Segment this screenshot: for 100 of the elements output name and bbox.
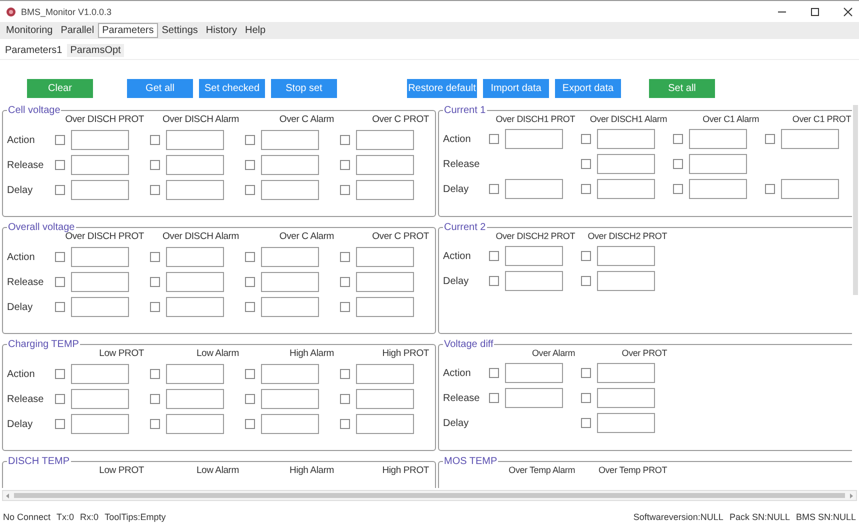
input-field[interactable] — [356, 180, 414, 200]
input-field[interactable] — [71, 155, 129, 175]
checkbox[interactable] — [245, 185, 255, 195]
input-field[interactable] — [597, 246, 655, 266]
checkbox[interactable] — [581, 368, 591, 378]
checkbox[interactable] — [673, 184, 683, 194]
input-field[interactable] — [166, 247, 224, 267]
input-field[interactable] — [781, 129, 839, 149]
input-field[interactable] — [71, 414, 129, 434]
scroll-right-icon[interactable] — [848, 492, 854, 498]
checkbox[interactable] — [581, 184, 591, 194]
menu-tab[interactable]: History — [202, 23, 242, 38]
checkbox[interactable] — [340, 277, 350, 287]
checkbox[interactable] — [340, 160, 350, 170]
input-field[interactable] — [356, 389, 414, 409]
checkbox[interactable] — [340, 302, 350, 312]
checkbox[interactable] — [150, 135, 160, 145]
checkbox[interactable] — [55, 419, 65, 429]
input-field[interactable] — [356, 155, 414, 175]
vertical-scrollbar[interactable] — [853, 105, 858, 295]
checkbox[interactable] — [489, 368, 499, 378]
horizontal-scrollbar[interactable] — [2, 490, 857, 501]
input-field[interactable] — [505, 129, 563, 149]
checkbox[interactable] — [340, 135, 350, 145]
checkbox[interactable] — [245, 160, 255, 170]
checkbox[interactable] — [245, 135, 255, 145]
input-field[interactable] — [781, 179, 839, 199]
input-field[interactable] — [166, 130, 224, 150]
checkbox[interactable] — [581, 276, 591, 286]
input-field[interactable] — [356, 247, 414, 267]
input-field[interactable] — [261, 272, 319, 292]
checkbox[interactable] — [150, 394, 160, 404]
input-field[interactable] — [261, 364, 319, 384]
checkbox[interactable] — [581, 159, 591, 169]
checkbox[interactable] — [765, 134, 775, 144]
checkbox[interactable] — [150, 185, 160, 195]
checkbox[interactable] — [55, 369, 65, 379]
close-icon[interactable] — [843, 6, 853, 16]
input-field[interactable] — [166, 297, 224, 317]
input-field[interactable] — [71, 130, 129, 150]
checkbox[interactable] — [581, 251, 591, 261]
checkbox[interactable] — [55, 277, 65, 287]
input-field[interactable] — [597, 388, 655, 408]
input-field[interactable] — [356, 297, 414, 317]
menu-tab[interactable]: Parameters — [98, 23, 158, 38]
checkbox[interactable] — [150, 369, 160, 379]
input-field[interactable] — [166, 155, 224, 175]
input-field[interactable] — [71, 272, 129, 292]
checkbox[interactable] — [340, 419, 350, 429]
input-field[interactable] — [356, 364, 414, 384]
input-field[interactable] — [261, 130, 319, 150]
checkbox[interactable] — [489, 134, 499, 144]
checkbox[interactable] — [673, 159, 683, 169]
input-field[interactable] — [689, 154, 747, 174]
input-field[interactable] — [166, 364, 224, 384]
checkbox[interactable] — [150, 252, 160, 262]
checkbox[interactable] — [581, 393, 591, 403]
input-field[interactable] — [689, 179, 747, 199]
input-field[interactable] — [505, 179, 563, 199]
input-field[interactable] — [597, 363, 655, 383]
input-field[interactable] — [71, 297, 129, 317]
input-field[interactable] — [71, 247, 129, 267]
input-field[interactable] — [597, 154, 655, 174]
input-field[interactable] — [71, 364, 129, 384]
checkbox[interactable] — [55, 160, 65, 170]
checkbox[interactable] — [489, 251, 499, 261]
input-field[interactable] — [597, 271, 655, 291]
checkbox[interactable] — [150, 302, 160, 312]
input-field[interactable] — [166, 389, 224, 409]
input-field[interactable] — [356, 130, 414, 150]
checkbox[interactable] — [55, 135, 65, 145]
input-field[interactable] — [505, 363, 563, 383]
input-field[interactable] — [166, 414, 224, 434]
input-field[interactable] — [505, 271, 563, 291]
input-field[interactable] — [505, 246, 563, 266]
checkbox[interactable] — [489, 184, 499, 194]
input-field[interactable] — [166, 272, 224, 292]
input-field[interactable] — [166, 180, 224, 200]
input-field[interactable] — [597, 179, 655, 199]
checkbox[interactable] — [581, 418, 591, 428]
input-field[interactable] — [689, 129, 747, 149]
checkbox[interactable] — [340, 369, 350, 379]
checkbox[interactable] — [340, 252, 350, 262]
checkbox[interactable] — [245, 394, 255, 404]
input-field[interactable] — [356, 414, 414, 434]
maximize-icon[interactable] — [810, 6, 820, 16]
checkbox[interactable] — [765, 184, 775, 194]
checkbox[interactable] — [489, 276, 499, 286]
checkbox[interactable] — [581, 134, 591, 144]
sub-tab[interactable]: ParamsOpt — [67, 44, 124, 57]
checkbox[interactable] — [245, 302, 255, 312]
scroll-left-icon[interactable] — [5, 492, 11, 498]
checkbox[interactable] — [55, 394, 65, 404]
input-field[interactable] — [261, 389, 319, 409]
checkbox[interactable] — [245, 369, 255, 379]
input-field[interactable] — [261, 180, 319, 200]
input-field[interactable] — [71, 180, 129, 200]
input-field[interactable] — [597, 413, 655, 433]
checkbox[interactable] — [245, 277, 255, 287]
checkbox[interactable] — [150, 419, 160, 429]
